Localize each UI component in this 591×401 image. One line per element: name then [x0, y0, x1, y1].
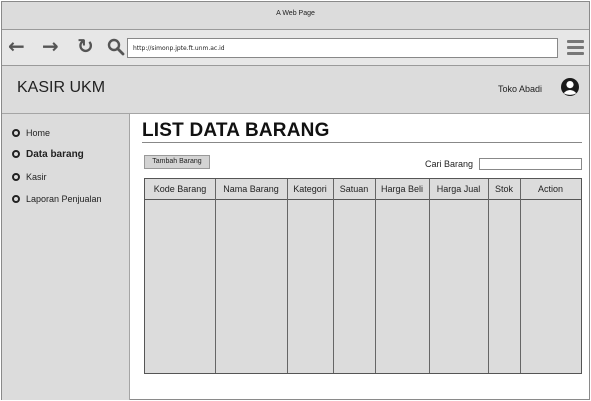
title-divider — [142, 142, 582, 143]
bullet-icon — [12, 150, 20, 158]
browser-window: A Web Page ← → ↻ http://simonp.jpte.ft.u… — [1, 1, 590, 400]
data-table: Kode Barang Nama Barang Kategori Satuan … — [144, 178, 582, 374]
bullet-icon — [12, 129, 20, 137]
url-input[interactable]: http://simonp.jpte.ft.unm.ac.id — [127, 38, 558, 58]
column-header-action[interactable]: Action — [520, 179, 581, 200]
sidebar-item-kasir[interactable]: Kasir — [12, 172, 47, 182]
sidebar-item-label: Home — [26, 128, 51, 138]
bullet-icon — [12, 195, 20, 203]
column-header-kategori[interactable]: Kategori — [287, 179, 333, 200]
search-label: Cari Barang — [425, 159, 474, 169]
column-divider — [333, 179, 334, 373]
column-header-harga-beli[interactable]: Harga Beli — [375, 179, 429, 200]
column-header-harga-jual[interactable]: Harga Jual — [429, 179, 488, 200]
sidebar-item-laporan-penjualan[interactable]: Laporan Penjualan — [12, 194, 102, 204]
add-item-button[interactable]: Tambah Barang — [144, 155, 210, 169]
user-name: Toko Abadi — [498, 84, 543, 94]
column-divider — [375, 179, 376, 373]
arrow-left-icon[interactable]: ← — [8, 36, 25, 56]
column-header-nama-barang[interactable]: Nama Barang — [215, 179, 287, 200]
sidebar: Home Data barang Kasir Laporan Penjualan — [2, 114, 130, 400]
column-header-kode-barang[interactable]: Kode Barang — [145, 179, 215, 200]
sidebar-item-label: Data barang — [26, 149, 84, 160]
address-bar: ← → ↻ http://simonp.jpte.ft.unm.ac.id — [2, 30, 589, 66]
app-brand: KASIR UKM — [17, 79, 106, 96]
column-header-stok[interactable]: Stok — [488, 179, 520, 200]
column-divider — [429, 179, 430, 373]
table-header-row: Kode Barang Nama Barang Kategori Satuan … — [145, 179, 581, 200]
sidebar-item-home[interactable]: Home — [12, 128, 50, 138]
user-avatar-icon[interactable] — [560, 77, 580, 97]
column-header-satuan[interactable]: Satuan — [333, 179, 375, 200]
column-divider — [488, 179, 489, 373]
page-title: LIST DATA BARANG — [142, 120, 330, 141]
search-input[interactable] — [479, 158, 582, 170]
sidebar-item-label: Kasir — [26, 172, 47, 182]
column-divider — [287, 179, 288, 373]
bullet-icon — [12, 173, 20, 181]
column-divider — [215, 179, 216, 373]
search-icon[interactable] — [107, 38, 125, 56]
reload-icon[interactable]: ↻ — [77, 36, 94, 56]
column-divider — [520, 179, 521, 373]
window-title: A Web Page — [276, 10, 315, 17]
sidebar-item-data-barang[interactable]: Data barang — [12, 149, 84, 160]
arrow-right-icon[interactable]: → — [42, 36, 59, 56]
app-header: KASIR UKM Toko Abadi — [2, 66, 589, 114]
title-bar: A Web Page — [2, 2, 589, 30]
sidebar-item-label: Laporan Penjualan — [26, 194, 102, 204]
hamburger-menu-icon[interactable] — [567, 40, 584, 55]
